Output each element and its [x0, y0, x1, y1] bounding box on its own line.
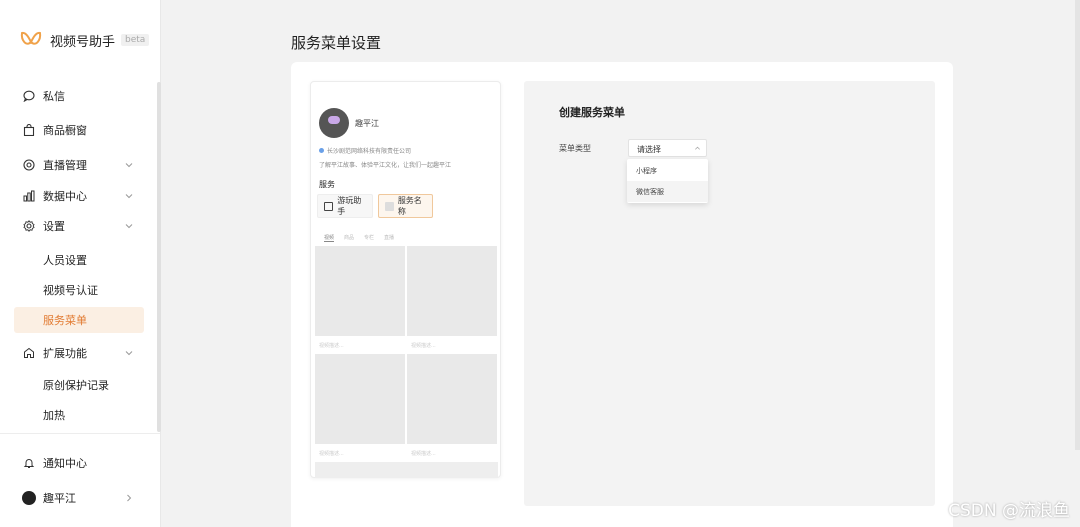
sidebar-item-staff-settings[interactable]: 人员设置 — [14, 247, 144, 273]
puzzle-icon — [22, 346, 36, 360]
option-mini-program[interactable]: 小程序 — [627, 160, 708, 181]
sidebar-item-live[interactable]: 直播管理 — [14, 152, 144, 178]
video-thumbnail — [315, 354, 405, 444]
menu-type-select[interactable]: 请选择 — [628, 139, 707, 157]
bar-chart-icon — [22, 189, 36, 203]
sidebar-item-showcase[interactable]: 商品橱窗 — [14, 117, 144, 143]
video-caption: 视频描述... — [315, 445, 405, 460]
service-button-label: 游玩助手 — [337, 196, 362, 216]
select-placeholder: 请选择 — [637, 145, 661, 154]
config-title: 创建服务菜单 — [559, 106, 625, 119]
sidebar-item-data-center[interactable]: 数据中心 — [14, 183, 144, 209]
page-scrollbar[interactable] — [1075, 0, 1080, 450]
avatar — [319, 108, 349, 138]
video-thumbnail — [315, 246, 405, 336]
verified-icon — [319, 148, 324, 153]
sidebar-item-messages[interactable]: 私信 — [14, 83, 144, 109]
avatar — [22, 491, 36, 505]
sidebar-item-extensions[interactable]: 扩展功能 — [14, 340, 144, 366]
beta-badge: beta — [121, 34, 150, 46]
sidebar: 视频号助手 beta 私信 商品橱窗 直播管理 数据中心 设置 人员设置 视频号… — [0, 0, 161, 527]
video-thumbnail — [407, 246, 497, 336]
service-button-placeholder[interactable]: 服务名称 — [378, 194, 433, 218]
sidebar-item-label: 设置 — [43, 220, 65, 233]
sidebar-item-label: 数据中心 — [43, 190, 87, 203]
video-caption: 视频描述... — [407, 445, 497, 460]
phone-preview: 趣平江 长沙剧范网络科技有限责任公司 了解平江故事、体验平江文化，让我们一起趣平… — [310, 81, 501, 478]
sidebar-item-original-protection[interactable]: 原创保护记录 — [14, 372, 144, 398]
menu-type-dropdown: 小程序 微信客服 — [627, 159, 708, 203]
profile-name: 趣平江 — [355, 119, 379, 128]
company-verification: 长沙剧范网络科技有限责任公司 — [319, 146, 411, 155]
video-thumbnail — [407, 354, 497, 444]
sidebar-item-boost[interactable]: 加热 — [14, 402, 144, 428]
sidebar-item-label: 直播管理 — [43, 159, 87, 172]
menu-type-label: 菜单类型 — [559, 144, 591, 153]
page-title: 服务菜单设置 — [291, 34, 382, 52]
live-icon — [22, 158, 36, 172]
logo-icon — [20, 31, 42, 45]
service-button-label: 服务名称 — [397, 196, 422, 216]
account-menu[interactable]: 趣平江 — [14, 485, 144, 511]
services-heading: 服务 — [319, 180, 335, 189]
company-name: 长沙剧范网络科技有限责任公司 — [327, 148, 412, 155]
sidebar-scrollbar[interactable] — [157, 82, 161, 432]
tab-videos[interactable]: 视频 — [324, 234, 335, 242]
video-caption: 视频描述... — [407, 337, 497, 352]
mini-program-icon — [324, 201, 334, 211]
sidebar-item-label: 原创保护记录 — [43, 379, 109, 392]
shopping-bag-icon — [22, 123, 36, 137]
sidebar-item-verification[interactable]: 视频号认证 — [14, 277, 144, 303]
chevron-up-icon — [695, 146, 700, 150]
sidebar-item-label: 视频号认证 — [43, 284, 98, 297]
video-caption: 视频描述... — [315, 337, 405, 352]
phone-footer — [315, 462, 498, 478]
bell-icon — [22, 456, 36, 470]
sidebar-item-service-menu[interactable]: 服务菜单 — [14, 307, 144, 333]
tab-products[interactable]: 商品 — [344, 234, 354, 242]
gear-icon — [22, 219, 36, 233]
sidebar-item-label: 扩展功能 — [43, 347, 87, 360]
chevron-down-icon — [125, 163, 133, 168]
sidebar-item-label: 通知中心 — [43, 457, 87, 470]
sidebar-item-label: 私信 — [43, 90, 65, 103]
tab-columns[interactable]: 专栏 — [364, 234, 374, 242]
option-wechat-service[interactable]: 微信客服 — [627, 181, 708, 202]
brand[interactable]: 视频号助手 beta — [20, 29, 150, 51]
watermark: CSDN @流浪鱼 — [948, 501, 1070, 521]
sidebar-item-label: 商品橱窗 — [43, 124, 87, 137]
tab-live[interactable]: 直播 — [384, 234, 394, 242]
sidebar-item-label: 人员设置 — [43, 254, 87, 267]
chevron-down-icon — [125, 194, 133, 199]
chat-bubble-icon — [22, 89, 36, 103]
profile-bio: 了解平江故事、体验平江文化，让我们一起趣平江 — [319, 162, 452, 169]
service-button-guide[interactable]: 游玩助手 — [317, 194, 373, 218]
brand-title: 视频号助手 — [50, 34, 116, 50]
chevron-down-icon — [125, 224, 133, 229]
sidebar-item-settings[interactable]: 设置 — [14, 213, 144, 239]
sidebar-item-label: 服务菜单 — [43, 314, 87, 327]
account-name: 趣平江 — [43, 492, 76, 505]
content-tabs: 视频 商品 专栏 直播 — [324, 234, 394, 242]
chevron-down-icon — [125, 351, 133, 356]
sidebar-divider — [0, 433, 160, 434]
chevron-right-icon — [127, 494, 132, 502]
placeholder-icon — [385, 201, 394, 211]
sidebar-item-notifications[interactable]: 通知中心 — [14, 450, 144, 476]
sidebar-item-label: 加热 — [43, 409, 65, 422]
